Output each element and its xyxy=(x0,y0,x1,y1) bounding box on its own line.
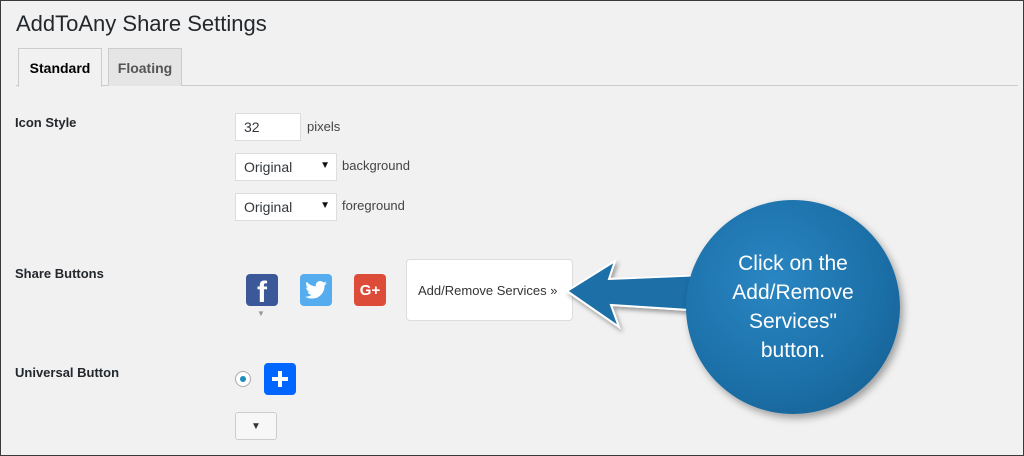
share-buttons-label: Share Buttons xyxy=(15,266,104,281)
tab-standard[interactable]: Standard xyxy=(18,48,102,87)
foreground-select[interactable]: Original ▼ xyxy=(235,193,337,221)
universal-dropdown-button[interactable]: ▼ xyxy=(235,412,277,440)
tab-bar: Standard Floating xyxy=(16,48,1018,87)
icon-style-label: Icon Style xyxy=(15,115,77,130)
background-select[interactable]: Original ▼ xyxy=(235,153,337,181)
twitter-icon[interactable] xyxy=(300,274,332,306)
callout-text: Click on the Add/Remove Services" button… xyxy=(732,252,854,362)
universal-button-radio[interactable] xyxy=(235,371,251,387)
google-plus-icon[interactable]: G+ xyxy=(354,274,386,306)
chevron-down-icon: ▼ xyxy=(320,160,330,171)
universal-share-button[interactable] xyxy=(264,363,296,395)
pixels-label: pixels xyxy=(307,119,341,134)
page-title: AddToAny Share Settings xyxy=(16,11,267,36)
background-select-value: Original xyxy=(244,159,293,175)
universal-button-label: Universal Button xyxy=(15,365,120,380)
background-label: background xyxy=(342,158,410,173)
callout-bubble: Click on the Add/Remove Services" button… xyxy=(686,200,900,414)
foreground-select-value: Original xyxy=(244,199,293,215)
chevron-down-icon: ▼ xyxy=(251,420,261,432)
foreground-label: foreground xyxy=(342,198,405,213)
tab-floating[interactable]: Floating xyxy=(108,48,182,86)
drag-handle-icon[interactable]: ▼ xyxy=(257,309,265,318)
add-remove-services-button[interactable]: Add/Remove Services » xyxy=(406,259,573,321)
facebook-icon[interactable]: f xyxy=(246,274,278,309)
plus-icon xyxy=(272,371,288,387)
twitter-bird-icon xyxy=(305,281,327,299)
icon-size-input[interactable] xyxy=(235,113,301,141)
chevron-down-icon: ▼ xyxy=(320,200,330,211)
